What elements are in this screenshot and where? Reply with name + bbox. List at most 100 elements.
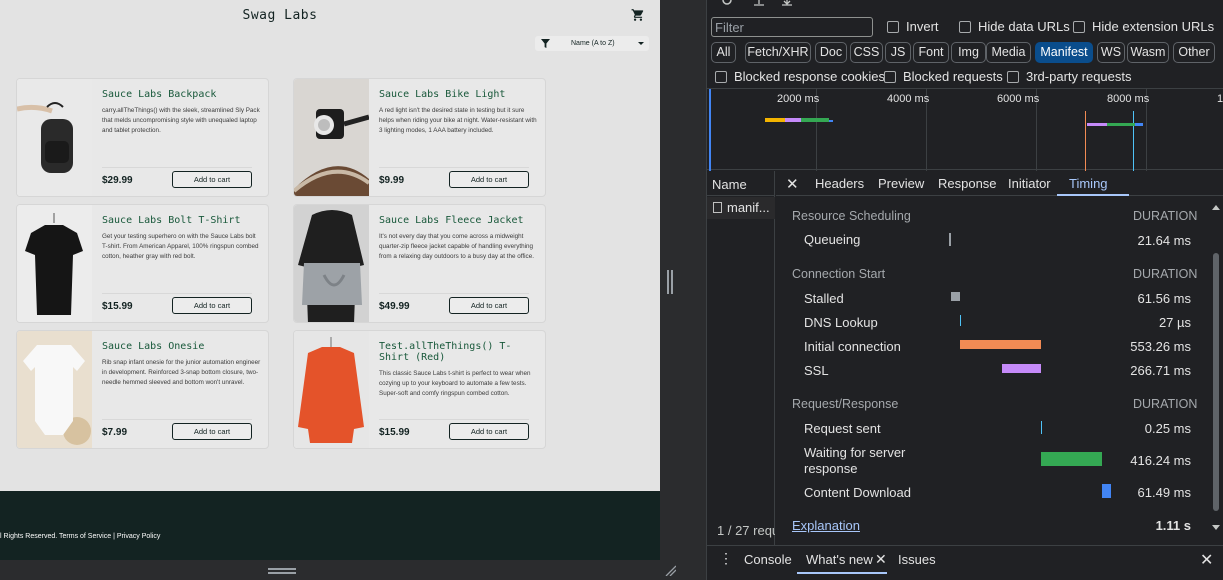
duration-header: DURATION xyxy=(1133,267,1198,281)
scroll-up-icon[interactable] xyxy=(1212,205,1220,210)
shopping-cart-icon[interactable] xyxy=(631,8,645,22)
checkbox-box[interactable] xyxy=(887,20,899,33)
active-drawer-tab-indicator xyxy=(797,572,887,574)
product-image-onesie[interactable] xyxy=(17,331,92,448)
tab-headers[interactable]: Headers xyxy=(815,176,864,191)
close-tab-icon[interactable]: ✕ xyxy=(875,551,887,568)
tab-response[interactable]: Response xyxy=(938,176,997,191)
third-party-requests-checkbox[interactable]: 3rd-party requests xyxy=(1007,69,1132,84)
sort-selected-label: Name (A to Z) xyxy=(571,40,615,47)
hide-extension-urls-checkbox[interactable]: Hide extension URLs xyxy=(1073,19,1214,34)
product-title[interactable]: Sauce Labs Bolt T-Shirt xyxy=(102,215,262,226)
product-image-bolt-tshirt[interactable] xyxy=(17,205,92,322)
close-icon[interactable]: ✕ xyxy=(786,175,799,193)
checkbox-box[interactable] xyxy=(715,70,727,83)
close-drawer-icon[interactable]: ✕ xyxy=(1200,550,1213,570)
product-image-bike-light[interactable] xyxy=(294,79,369,196)
add-to-cart-button[interactable]: Add to cart xyxy=(449,423,529,440)
network-toolbar xyxy=(707,0,1223,10)
type-filter-doc[interactable]: Doc xyxy=(815,42,847,63)
divider xyxy=(102,293,252,294)
add-to-cart-button[interactable]: Add to cart xyxy=(449,171,529,188)
scroll-thumb[interactable] xyxy=(1213,253,1219,511)
request-row[interactable]: manif... xyxy=(707,197,775,219)
product-title[interactable]: Sauce Labs Bike Light xyxy=(379,89,539,100)
panel-resize-handle[interactable] xyxy=(667,270,673,294)
site-logo: Swag Labs xyxy=(242,8,318,23)
product-title[interactable]: Sauce Labs Backpack xyxy=(102,89,262,100)
type-filter-css[interactable]: CSS xyxy=(850,42,883,63)
duration-header: DURATION xyxy=(1133,209,1198,223)
timing-bar-request-sent xyxy=(1041,421,1042,434)
height-resize-handle[interactable] xyxy=(268,568,296,574)
checkbox-box[interactable] xyxy=(959,20,971,33)
download-icon[interactable] xyxy=(781,0,793,6)
type-filter-fetch-xhr[interactable]: Fetch/XHR xyxy=(745,42,811,63)
sort-dropdown[interactable]: Name (A to Z) xyxy=(535,36,649,51)
type-filter-wasm[interactable]: Wasm xyxy=(1127,42,1169,63)
product-title[interactable]: Sauce Labs Fleece Jacket xyxy=(379,215,539,226)
upload-icon[interactable] xyxy=(753,0,765,6)
tab-initiator[interactable]: Initiator xyxy=(1008,176,1051,191)
blocked-response-cookies-checkbox[interactable]: Blocked response cookies xyxy=(715,69,885,84)
product-image-red-tshirt[interactable] xyxy=(294,331,369,448)
filter-funnel-icon xyxy=(541,39,550,48)
add-to-cart-button[interactable]: Add to cart xyxy=(172,297,252,314)
product-card: Sauce Labs Onesie Rib snap infant onesie… xyxy=(16,330,269,449)
checkbox-box[interactable] xyxy=(884,70,896,83)
type-filter-js[interactable]: JS xyxy=(885,42,911,63)
invert-checkbox[interactable]: Invert xyxy=(887,19,939,34)
blocked-requests-checkbox[interactable]: Blocked requests xyxy=(884,69,1003,84)
timing-bar-waiting xyxy=(1041,452,1102,466)
drawer-tab-whats-new[interactable]: What's new xyxy=(806,552,873,567)
dom-content-loaded-marker xyxy=(1085,111,1086,171)
timing-label-waiting: Waiting for server response xyxy=(804,445,906,476)
type-filter-media[interactable]: Media xyxy=(986,42,1031,63)
scroll-down-icon[interactable] xyxy=(1212,525,1220,530)
timing-bar-stalled xyxy=(951,292,960,301)
name-column-header[interactable]: Name xyxy=(707,171,775,196)
add-to-cart-button[interactable]: Add to cart xyxy=(172,171,252,188)
gear-icon[interactable] xyxy=(721,0,733,6)
type-filter-all[interactable]: All xyxy=(711,42,736,63)
drawer-tab-console[interactable]: Console xyxy=(744,552,792,567)
timeline-tick-label: 2000 ms xyxy=(777,93,820,105)
product-image-fleece-jacket[interactable] xyxy=(294,205,369,322)
type-filter-ws[interactable]: WS xyxy=(1097,42,1125,63)
add-to-cart-button[interactable]: Add to cart xyxy=(449,297,529,314)
checkbox-label: 3rd-party requests xyxy=(1026,69,1132,84)
product-title[interactable]: Sauce Labs Onesie xyxy=(102,341,262,352)
explanation-link[interactable]: Explanation xyxy=(792,518,860,533)
checkbox-box[interactable] xyxy=(1007,70,1019,83)
document-icon xyxy=(713,202,722,213)
add-to-cart-button[interactable]: Add to cart xyxy=(172,423,252,440)
filter-input[interactable] xyxy=(711,17,873,37)
type-filter-manifest[interactable]: Manifest xyxy=(1035,42,1093,63)
product-image-backpack[interactable] xyxy=(17,79,92,196)
timeline-request-bar xyxy=(785,118,801,122)
type-filter-img[interactable]: Img xyxy=(951,42,986,63)
tab-timing[interactable]: Timing xyxy=(1069,176,1108,191)
timing-value-waiting: 416.24 ms xyxy=(1130,453,1191,468)
timing-label-ssl: SSL xyxy=(804,363,829,378)
checkbox-label: Hide extension URLs xyxy=(1092,19,1215,34)
type-filter-font[interactable]: Font xyxy=(913,42,949,63)
timeline-request-bar xyxy=(829,120,833,122)
drawer-tab-issues[interactable]: Issues xyxy=(898,552,936,567)
timing-value-request-sent: 0.25 ms xyxy=(1144,421,1191,436)
timing-scrollbar[interactable] xyxy=(1208,197,1223,545)
checkbox-label: Blocked requests xyxy=(903,69,1003,84)
checkbox-box[interactable] xyxy=(1073,20,1085,33)
network-overview-timeline[interactable]: 2000 ms 4000 ms 6000 ms 8000 ms 1 xyxy=(707,88,1223,171)
hide-data-urls-checkbox[interactable]: Hide data URLs xyxy=(959,19,1070,34)
product-price: $49.99 xyxy=(379,301,410,312)
timeline-request-bar xyxy=(1107,123,1135,126)
corner-resize-icon[interactable] xyxy=(664,564,676,576)
type-filter-other[interactable]: Other xyxy=(1173,42,1215,63)
tab-preview[interactable]: Preview xyxy=(878,176,924,191)
kebab-menu-icon[interactable]: ⋮ xyxy=(719,550,733,567)
site-footer: l Rights Reserved. Terms of Service | Pr… xyxy=(0,491,660,560)
checkbox-label: Blocked response cookies xyxy=(734,69,886,84)
product-title[interactable]: Test.allTheThings() T-Shirt (Red) xyxy=(379,341,539,363)
timeline-request-bar xyxy=(1087,123,1107,126)
